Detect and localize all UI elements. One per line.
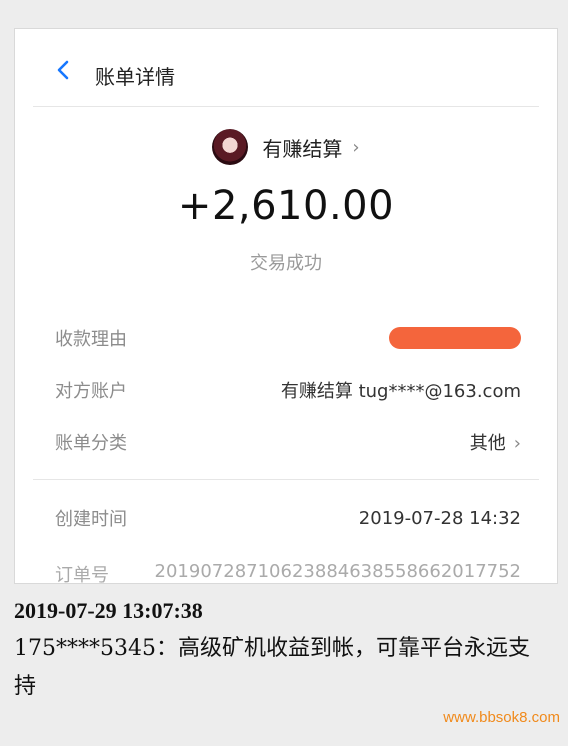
nav-bar: 账单详情 <box>15 29 557 107</box>
chevron-right-icon: › <box>513 433 521 454</box>
row-label: 账单分类 <box>55 433 127 454</box>
chevron-right-icon: › <box>352 136 360 158</box>
bill-detail-card: 账单详情 有赚结算 › +2,610.00 交易成功 收款理由 对方账户 有赚结… <box>14 28 558 584</box>
caption-text: 175****5345：高级矿机收益到帐，可靠平台永远支持 <box>14 636 530 699</box>
divider <box>33 106 539 107</box>
row-label: 收款理由 <box>55 329 127 350</box>
detail-row-account: 对方账户 有赚结算 tug****@163.com <box>55 375 521 405</box>
watermark: www.bbsok8.com <box>443 709 560 726</box>
row-label: 创建时间 <box>55 509 127 530</box>
amount: +2,610.00 <box>177 183 395 229</box>
row-value: 2019-07-28 14:32 <box>358 507 521 529</box>
payer-row[interactable]: 有赚结算 › <box>15 125 557 169</box>
avatar <box>212 129 249 165</box>
payer-name: 有赚结算 <box>262 136 343 161</box>
detail-row-created: 创建时间 2019-07-28 14:32 <box>55 503 521 533</box>
caption: 2019-07-29 13:07:38 175****5345：高级矿机收益到帐… <box>14 598 558 706</box>
chevron-left-icon[interactable] <box>53 59 75 81</box>
detail-row-category[interactable]: 账单分类 其他 › <box>55 427 521 457</box>
row-label: 对方账户 <box>55 381 127 402</box>
row-value: 20190728710623884638558662017752 <box>154 561 521 582</box>
row-value-wrap: 其他 › <box>470 429 521 455</box>
status-text: 交易成功 <box>250 253 322 274</box>
divider <box>33 479 539 480</box>
detail-row-reason: 收款理由 <box>55 323 521 353</box>
row-value: 有赚结算 tug****@163.com <box>280 381 521 402</box>
page-title: 账单详情 <box>95 65 175 89</box>
redaction-mark <box>389 327 521 349</box>
detail-row-order: 订单号 20190728710623884638558662017752 <box>55 557 521 584</box>
row-label: 订单号 <box>55 565 109 584</box>
category-value: 其他 <box>469 433 506 454</box>
caption-date: 2019-07-29 13:07:38 <box>14 598 203 623</box>
